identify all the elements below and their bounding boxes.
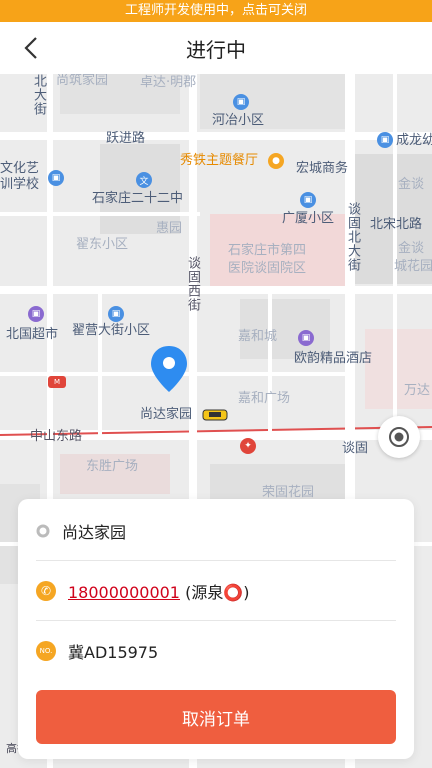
dev-banner[interactable]: 工程师开发使用中，点击可关闭 (0, 0, 432, 22)
map-label: 秀铁主题餐厅 (180, 153, 259, 168)
building-icon: ▣ (377, 132, 393, 148)
phone-icon: ✆ (36, 580, 56, 601)
map-label: 欧韵精品酒店 (294, 351, 373, 366)
map-label: 荣固花园 (262, 485, 315, 500)
contact-text: 18000000001 (源泉⭕) (68, 579, 250, 603)
map-label: 石家庄市第四 (228, 243, 307, 258)
top-nav: 进行中 (0, 22, 432, 74)
map-label: 河冶小区 (212, 113, 265, 128)
map-label: 东胜广场 (86, 459, 139, 474)
taxi-icon (202, 409, 228, 421)
map-label: 中山东路 (30, 429, 83, 444)
building-icon: ▣ (48, 170, 64, 186)
pickup-address: 尚达家园 (62, 522, 127, 542)
map-label: 石家庄二十二中 (92, 191, 184, 206)
map-label: 训学校 (0, 177, 40, 192)
map-label: 卓达·明郡 (140, 75, 197, 90)
plate-row: NO. 冀AD15975 (36, 621, 396, 681)
location-pin-icon (151, 346, 187, 392)
map-label: 医院谈固院区 (228, 261, 307, 276)
map-label: 惠园 (156, 221, 183, 236)
map-label: 城花园 (394, 259, 432, 274)
locate-button[interactable] (378, 416, 420, 458)
building-icon: ▣ (108, 306, 124, 322)
building-icon: ▣ (233, 94, 249, 110)
passenger-tag: (源泉⭕) (185, 582, 250, 602)
map-label: 尚筑家园 (56, 74, 109, 88)
page-title: 进行中 (186, 37, 246, 62)
contact-row: ✆ 18000000001 (源泉⭕) (36, 561, 396, 621)
map-label: 金谈 (398, 177, 425, 192)
map-label: 金谈 (398, 241, 425, 256)
locate-icon (389, 427, 409, 447)
plate-number: 冀AD15975 (68, 643, 159, 662)
map-label: 翟东小区 (76, 237, 129, 252)
shop-icon: ▣ (28, 306, 44, 322)
map-label: 尚达家园 (140, 407, 193, 422)
map-label: 宏城商务 (296, 161, 349, 176)
map-label: 北国超市 (6, 327, 59, 342)
map-label: 万达 (404, 383, 431, 398)
map-label: 谈固西街 (185, 256, 200, 312)
plate-badge-icon: NO. (36, 641, 56, 661)
china-unicom-icon: ✦ (240, 438, 256, 454)
chevron-left-icon[interactable] (18, 34, 46, 62)
order-card: 尚达家园 ✆ 18000000001 (源泉⭕) NO. 冀AD15975 取消… (18, 499, 414, 759)
hotel-icon: ▣ (298, 330, 314, 346)
map-label: 跃进路 (106, 131, 146, 146)
map-label: 嘉和广场 (238, 391, 291, 406)
school-icon: 文 (136, 172, 152, 188)
map-label: 文化艺 (0, 161, 40, 176)
restaurant-icon: ● (268, 153, 284, 169)
map-label: 嘉和城 (238, 329, 278, 344)
subway-icon: M (48, 376, 66, 388)
map-label: 北宋北路 (370, 217, 423, 232)
phone-link[interactable]: 18000000001 (68, 583, 180, 602)
map-label: 北大街 (31, 74, 46, 116)
dot-icon (36, 524, 50, 537)
map-label: 谈固 (342, 441, 369, 456)
map-label: 成龙幼 (396, 133, 432, 148)
map-label: 谈固北大街 (345, 202, 360, 272)
map-label: 翟营大街小区 (72, 323, 151, 338)
building-icon: ▣ (300, 192, 316, 208)
map-label: 广厦小区 (282, 211, 335, 226)
pickup-row: 尚达家园 (36, 501, 396, 561)
cancel-order-button[interactable]: 取消订单 (36, 690, 396, 744)
